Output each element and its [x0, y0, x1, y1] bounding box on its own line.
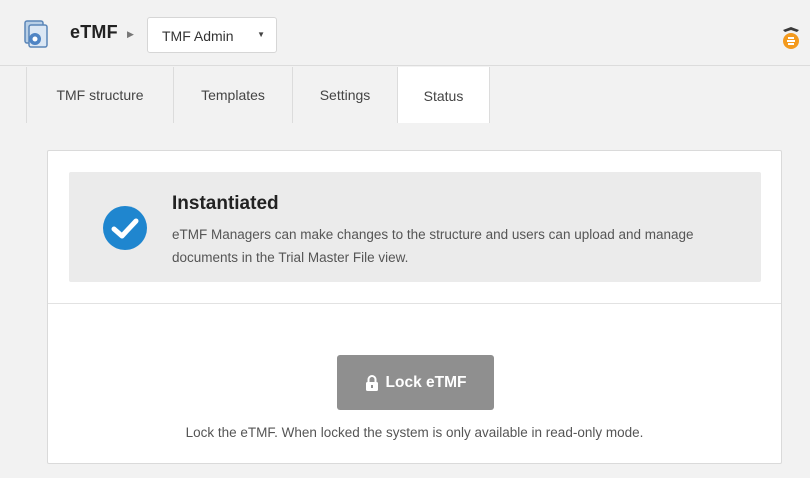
status-box: Instantiated eTMF Managers can make chan…: [69, 172, 761, 282]
tab-tmf-structure[interactable]: TMF structure: [26, 67, 173, 123]
role-selector-value: TMF Admin: [162, 28, 234, 44]
lock-etmf-button[interactable]: Lock eTMF: [337, 355, 494, 410]
tab-status[interactable]: Status: [397, 67, 490, 124]
tab-label: Status: [423, 87, 464, 104]
lock-icon: [365, 374, 378, 391]
caret-down-icon: ▼: [257, 30, 265, 39]
lock-button-label: Lock eTMF: [385, 373, 467, 391]
divider: [48, 303, 781, 304]
tab-settings[interactable]: Settings: [292, 67, 397, 123]
brand-logo-icon[interactable]: [780, 26, 802, 50]
tab-label: Settings: [319, 87, 371, 103]
tab-label: TMF structure: [56, 87, 144, 103]
tab-bar: TMF structure Templates Settings Status: [0, 67, 810, 124]
status-description: eTMF Managers can make changes to the st…: [172, 227, 694, 265]
status-panel: Instantiated eTMF Managers can make chan…: [47, 150, 782, 464]
tab-templates[interactable]: Templates: [173, 67, 292, 123]
status-title: Instantiated: [172, 193, 279, 214]
caret-right-icon: ▶: [127, 29, 134, 39]
app-name[interactable]: eTMF: [70, 22, 118, 43]
lock-help-text: Lock the eTMF. When locked the system is…: [185, 425, 644, 440]
role-selector-dropdown[interactable]: TMF Admin ▼: [147, 17, 277, 53]
tab-label: Templates: [201, 87, 265, 103]
etmf-app-icon[interactable]: [22, 20, 50, 48]
main-content: Instantiated eTMF Managers can make chan…: [0, 123, 810, 478]
top-header: eTMF ▶ TMF Admin ▼: [0, 8, 810, 66]
check-circle-icon: [103, 206, 147, 250]
